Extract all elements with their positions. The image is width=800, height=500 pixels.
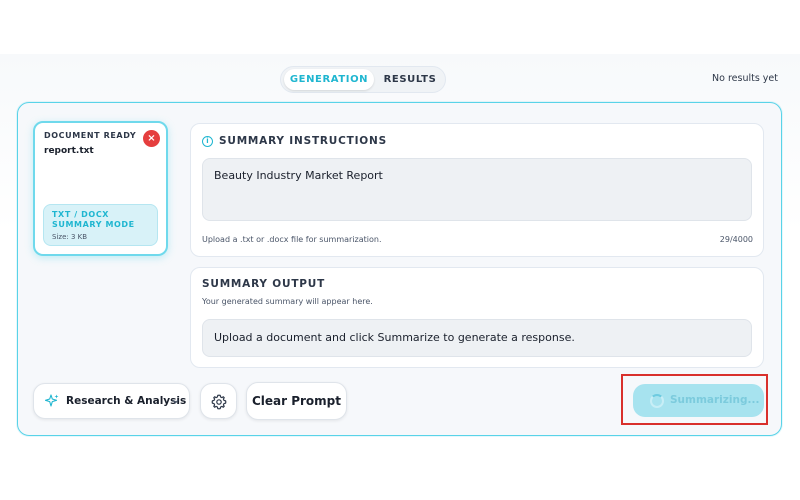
highlight-box <box>621 374 768 425</box>
remove-document-button[interactable]: × <box>143 130 160 147</box>
document-status: DOCUMENT READY <box>44 131 137 140</box>
settings-button[interactable] <box>200 383 237 419</box>
output-subtitle: Your generated summary will appear here. <box>202 297 373 306</box>
mode-label: Research & Analysis <box>66 395 187 407</box>
document-mode-badge: TXT / DOCX SUMMARY MODE Size: 3 KB <box>43 204 158 246</box>
document-size: Size: 3 KB <box>52 233 88 241</box>
clear-prompt-label: Clear Prompt <box>251 394 342 408</box>
close-icon: × <box>147 133 156 144</box>
mode-name: SUMMARY MODE <box>52 220 135 229</box>
clear-prompt-button[interactable]: Clear Prompt <box>246 382 347 420</box>
results-status: No results yet <box>712 73 778 84</box>
top-bar <box>0 0 800 54</box>
view-tabs: GENERATION RESULTS <box>280 66 446 93</box>
info-icon: i <box>202 136 213 147</box>
tab-generation[interactable]: GENERATION <box>284 69 374 90</box>
sparkle-icon <box>45 394 59 407</box>
instructions-title: SUMMARY INSTRUCTIONS <box>219 135 387 147</box>
tab-results[interactable]: RESULTS <box>377 69 443 90</box>
character-counter: 29/4000 <box>719 235 753 244</box>
summary-output-panel: SUMMARY OUTPUT Your generated summary wi… <box>190 267 764 368</box>
gear-icon <box>211 394 227 410</box>
mode-dropdown-button[interactable]: Research & Analysis <box>33 383 190 419</box>
output-title: SUMMARY OUTPUT <box>202 278 326 290</box>
mode-type: TXT / DOCX <box>52 210 110 219</box>
chevron-down-icon <box>172 399 179 404</box>
summary-instructions-panel: i SUMMARY INSTRUCTIONS Beauty Industry M… <box>190 123 764 257</box>
document-card: DOCUMENT READY report.txt × TXT / DOCX S… <box>33 121 168 256</box>
instructions-input[interactable]: Beauty Industry Market Report <box>202 158 752 221</box>
document-file-name: report.txt <box>44 146 94 156</box>
output-text: Upload a document and click Summarize to… <box>202 319 752 357</box>
instructions-hint: Upload a .txt or .docx file for summariz… <box>202 235 382 244</box>
